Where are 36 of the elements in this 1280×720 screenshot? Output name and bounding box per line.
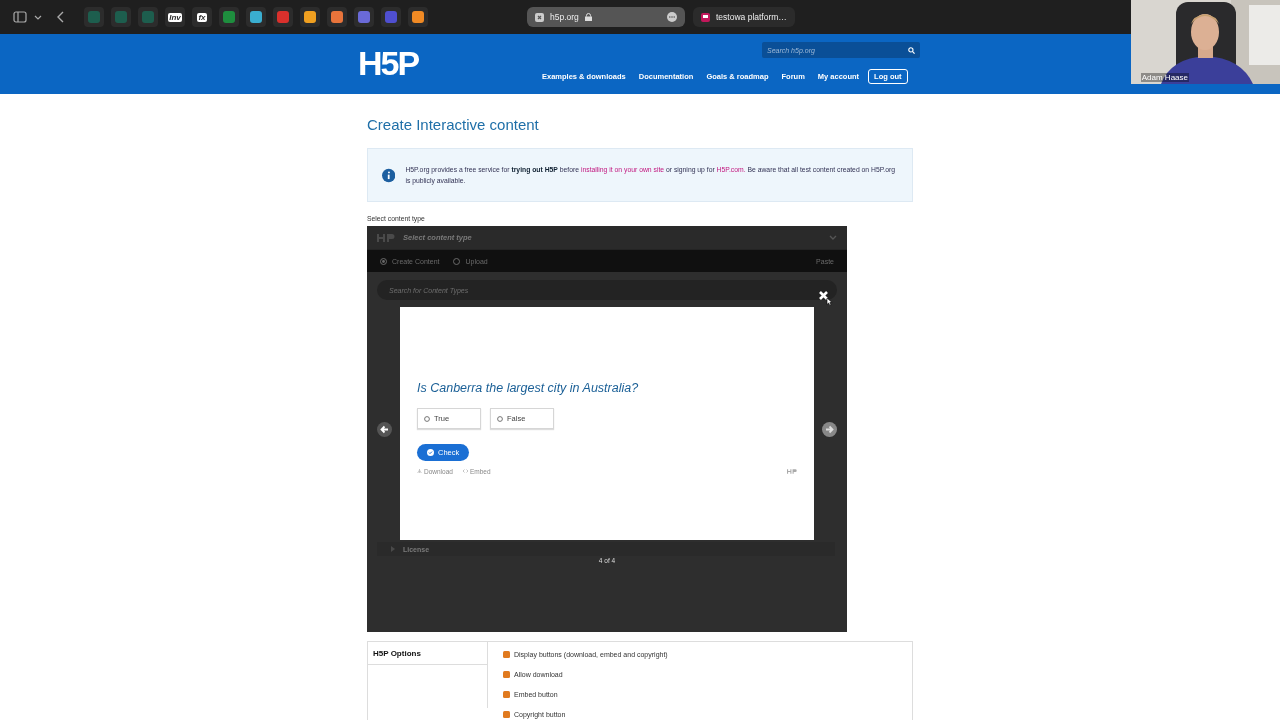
app-icon[interactable] <box>300 7 320 27</box>
back-icon[interactable] <box>56 9 66 25</box>
options-tab[interactable]: H5P Options <box>367 642 488 665</box>
previous-arrow-icon[interactable] <box>377 422 392 437</box>
app-logo[interactable]: Inv <box>165 7 185 27</box>
hub-logo-icon <box>377 233 395 242</box>
radio-icon[interactable] <box>424 415 430 422</box>
next-arrow-icon[interactable] <box>822 422 837 437</box>
radio-icon[interactable] <box>453 257 461 265</box>
radio-icon[interactable] <box>497 415 503 422</box>
site-logo[interactable]: H5P <box>358 44 419 83</box>
close-icon[interactable] <box>818 290 834 306</box>
h5p-logo-icon <box>787 468 797 474</box>
more-icon[interactable] <box>667 12 677 22</box>
info-icon <box>382 167 396 183</box>
radio-icon[interactable] <box>380 257 387 265</box>
site-icon <box>701 12 710 22</box>
app-icon[interactable] <box>273 7 293 27</box>
lock-icon <box>584 13 592 21</box>
sidebar-icon[interactable] <box>12 9 28 25</box>
question-text: Is Canberra the largest city in Australia? <box>417 381 640 395</box>
participant-name: Adam Haase <box>1140 73 1189 82</box>
app-icon[interactable] <box>246 7 266 27</box>
page-title: Create Interactive content <box>367 116 540 135</box>
app-logo[interactable]: fx <box>192 7 212 27</box>
browser-tab[interactable]: testowa platform… <box>693 7 795 27</box>
app-icon[interactable] <box>219 7 239 27</box>
browser-tab[interactable]: h5p.org <box>527 7 685 27</box>
app-icon[interactable] <box>327 7 347 27</box>
download-icon <box>417 469 422 473</box>
close-icon <box>535 12 544 22</box>
search-icon[interactable] <box>908 46 915 54</box>
app-icon[interactable] <box>408 7 428 27</box>
check-icon <box>427 449 434 456</box>
caret-icon <box>391 546 395 552</box>
app-icon[interactable] <box>354 7 374 27</box>
